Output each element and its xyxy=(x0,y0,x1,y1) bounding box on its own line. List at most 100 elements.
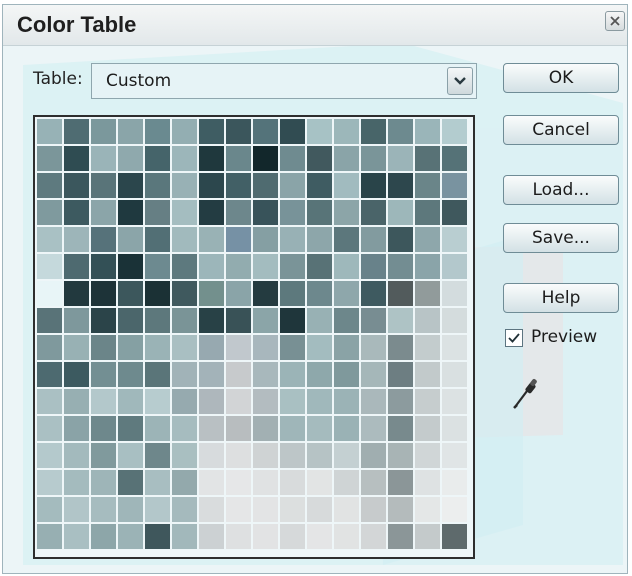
color-swatch[interactable] xyxy=(199,470,224,495)
color-swatch[interactable] xyxy=(280,146,305,171)
color-swatch[interactable] xyxy=(145,470,170,495)
preview-checkbox[interactable] xyxy=(505,329,523,347)
color-swatch[interactable] xyxy=(37,281,62,306)
color-swatch[interactable] xyxy=(253,470,278,495)
color-swatch[interactable] xyxy=(145,227,170,252)
color-swatch[interactable] xyxy=(37,416,62,441)
color-swatch[interactable] xyxy=(145,254,170,279)
color-swatch[interactable] xyxy=(280,443,305,468)
color-swatch[interactable] xyxy=(226,254,251,279)
color-swatch[interactable] xyxy=(442,146,467,171)
color-swatch[interactable] xyxy=(280,335,305,360)
color-swatch[interactable] xyxy=(415,362,440,387)
color-swatch[interactable] xyxy=(415,443,440,468)
color-swatch[interactable] xyxy=(172,470,197,495)
color-swatch[interactable] xyxy=(226,443,251,468)
color-swatch[interactable] xyxy=(37,335,62,360)
color-swatch[interactable] xyxy=(145,416,170,441)
color-swatch[interactable] xyxy=(280,416,305,441)
color-swatch[interactable] xyxy=(361,200,386,225)
load-button[interactable]: Load... xyxy=(503,175,619,205)
color-swatch[interactable] xyxy=(388,119,413,144)
color-swatch[interactable] xyxy=(118,200,143,225)
color-swatch[interactable] xyxy=(64,200,89,225)
color-swatch[interactable] xyxy=(334,173,359,198)
color-swatch[interactable] xyxy=(199,524,224,549)
color-swatch[interactable] xyxy=(226,416,251,441)
color-swatch[interactable] xyxy=(334,470,359,495)
color-swatch[interactable] xyxy=(334,281,359,306)
color-swatch[interactable] xyxy=(253,281,278,306)
color-swatch[interactable] xyxy=(145,362,170,387)
color-swatch[interactable] xyxy=(37,119,62,144)
color-swatch[interactable] xyxy=(226,497,251,522)
color-swatch[interactable] xyxy=(307,524,332,549)
color-swatch[interactable] xyxy=(199,335,224,360)
color-swatch[interactable] xyxy=(415,173,440,198)
color-swatch[interactable] xyxy=(415,200,440,225)
color-swatch[interactable] xyxy=(145,443,170,468)
color-swatch[interactable] xyxy=(415,497,440,522)
color-swatch[interactable] xyxy=(442,362,467,387)
color-swatch[interactable] xyxy=(253,389,278,414)
color-swatch[interactable] xyxy=(199,389,224,414)
color-swatch[interactable] xyxy=(280,200,305,225)
color-swatch[interactable] xyxy=(334,416,359,441)
color-swatch[interactable] xyxy=(388,443,413,468)
color-swatch[interactable] xyxy=(118,470,143,495)
color-swatch[interactable] xyxy=(388,281,413,306)
color-swatch[interactable] xyxy=(415,281,440,306)
color-swatch[interactable] xyxy=(307,119,332,144)
color-swatch[interactable] xyxy=(37,443,62,468)
color-swatch[interactable] xyxy=(361,308,386,333)
color-swatch[interactable] xyxy=(91,227,116,252)
color-swatch[interactable] xyxy=(388,416,413,441)
color-swatch[interactable] xyxy=(388,335,413,360)
color-swatch[interactable] xyxy=(37,389,62,414)
color-swatch[interactable] xyxy=(64,443,89,468)
color-swatch[interactable] xyxy=(307,335,332,360)
cancel-button[interactable]: Cancel xyxy=(503,115,619,145)
color-swatch[interactable] xyxy=(64,524,89,549)
color-swatch[interactable] xyxy=(415,524,440,549)
color-swatch[interactable] xyxy=(91,200,116,225)
color-swatch[interactable] xyxy=(91,119,116,144)
color-swatch[interactable] xyxy=(334,443,359,468)
color-swatch[interactable] xyxy=(307,362,332,387)
color-swatch[interactable] xyxy=(118,119,143,144)
color-swatch[interactable] xyxy=(37,254,62,279)
color-swatch[interactable] xyxy=(64,119,89,144)
color-swatch[interactable] xyxy=(253,524,278,549)
color-swatch[interactable] xyxy=(37,173,62,198)
color-swatch[interactable] xyxy=(37,362,62,387)
color-swatch[interactable] xyxy=(307,470,332,495)
color-swatch[interactable] xyxy=(64,281,89,306)
color-swatch[interactable] xyxy=(226,200,251,225)
color-swatch[interactable] xyxy=(145,308,170,333)
color-swatch[interactable] xyxy=(226,362,251,387)
color-swatch[interactable] xyxy=(199,254,224,279)
color-swatch[interactable] xyxy=(199,173,224,198)
color-swatch[interactable] xyxy=(226,308,251,333)
color-swatch[interactable] xyxy=(172,227,197,252)
color-swatch[interactable] xyxy=(442,308,467,333)
eyedropper-tool[interactable] xyxy=(511,377,541,411)
color-swatch[interactable] xyxy=(91,443,116,468)
color-swatch[interactable] xyxy=(91,281,116,306)
color-swatch[interactable] xyxy=(334,389,359,414)
color-swatch[interactable] xyxy=(118,362,143,387)
color-swatch[interactable] xyxy=(415,254,440,279)
color-swatch[interactable] xyxy=(145,119,170,144)
color-swatch[interactable] xyxy=(388,362,413,387)
color-swatch[interactable] xyxy=(226,524,251,549)
color-swatch[interactable] xyxy=(64,227,89,252)
color-swatch[interactable] xyxy=(199,443,224,468)
color-swatch[interactable] xyxy=(280,254,305,279)
color-swatch[interactable] xyxy=(361,524,386,549)
color-swatch[interactable] xyxy=(172,119,197,144)
color-swatch[interactable] xyxy=(253,416,278,441)
color-swatch[interactable] xyxy=(64,146,89,171)
color-swatch[interactable] xyxy=(415,416,440,441)
color-swatch[interactable] xyxy=(199,497,224,522)
color-swatch[interactable] xyxy=(64,416,89,441)
